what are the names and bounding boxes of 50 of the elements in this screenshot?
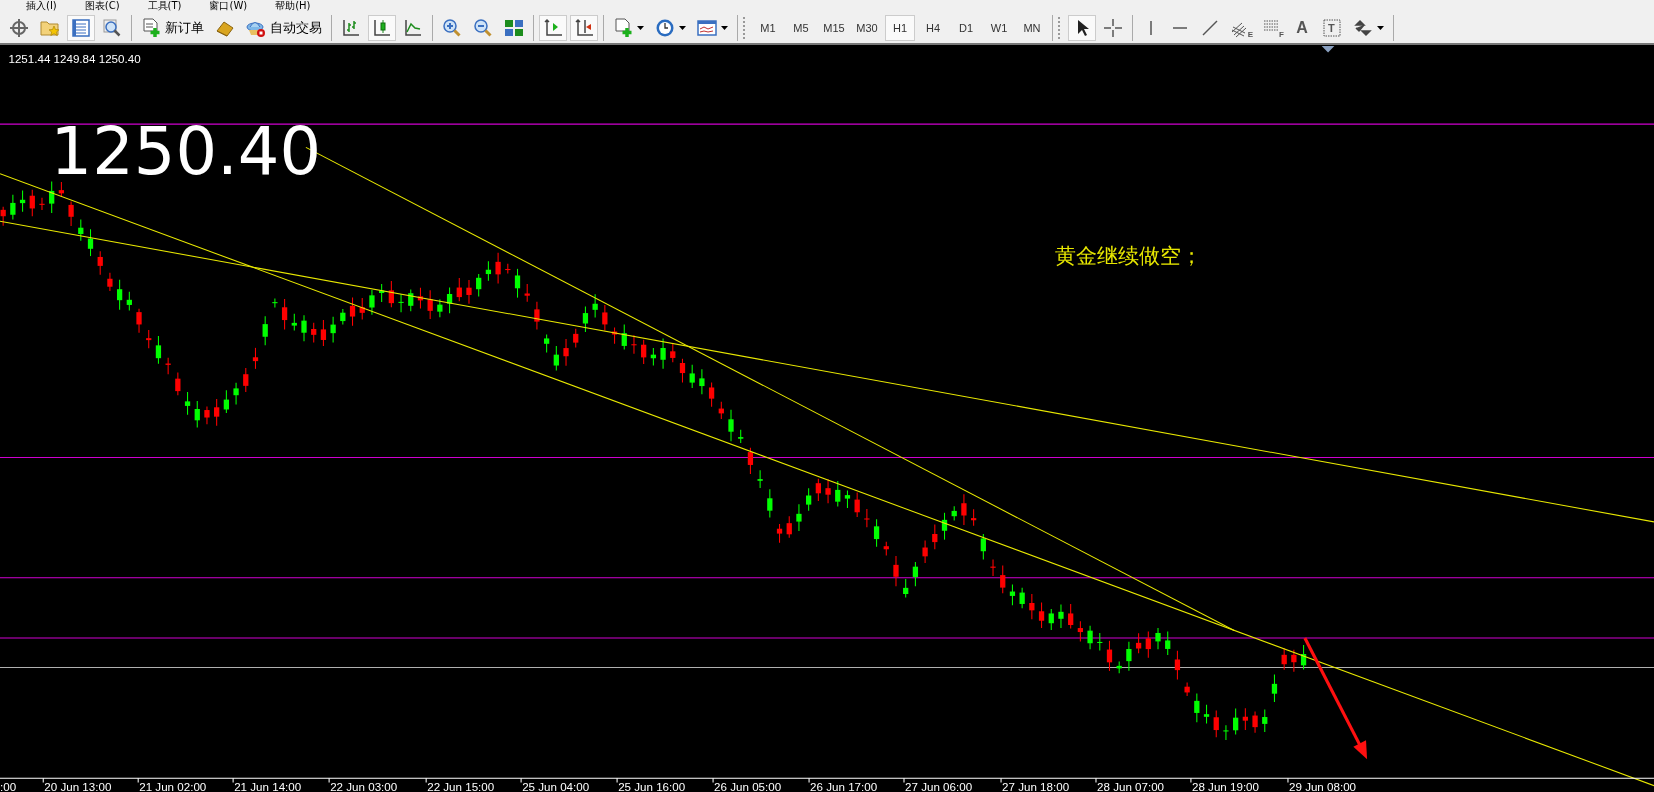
bar-chart-icon xyxy=(341,17,361,38)
time-axis-label: 22 Jun 15:00 xyxy=(427,779,495,792)
zoom-in-icon xyxy=(442,17,462,38)
time-axis-label: :00 xyxy=(0,779,17,792)
clock-icon xyxy=(655,17,675,38)
time-axis-label: 21 Jun 02:00 xyxy=(139,779,207,792)
menu-item[interactable]: 帮助(H) xyxy=(275,0,311,12)
time-axis-label: 28 Jun 19:00 xyxy=(1192,779,1259,792)
document-plus-icon xyxy=(613,17,633,38)
timeframe-button[interactable]: H1 xyxy=(885,14,915,41)
horizontal-line-icon xyxy=(1173,26,1187,29)
arrows-icon xyxy=(1353,17,1373,38)
document-plus-icon xyxy=(141,17,161,38)
time-axis-label: 29 Jun 08:00 xyxy=(1289,779,1357,792)
time-axis-label: 25 Jun 16:00 xyxy=(618,779,686,792)
autoscroll-icon xyxy=(543,17,563,38)
toolbar-button[interactable] xyxy=(1068,14,1096,41)
menu-item[interactable]: 窗口(W) xyxy=(209,0,248,12)
time-axis-label: 22 Jun 03:00 xyxy=(330,779,398,792)
caret-icon xyxy=(1377,25,1384,30)
vertical-line-icon xyxy=(1150,20,1152,35)
time-axis-label: 28 Jun 07:00 xyxy=(1097,779,1165,792)
time-axis-label: 25 Jun 04:00 xyxy=(522,779,590,792)
time-axis-label: 26 Jun 17:00 xyxy=(810,779,878,792)
time-axis-label: 27 Jun 18:00 xyxy=(1002,779,1070,792)
chart-shift-icon xyxy=(574,17,594,38)
caret-icon xyxy=(637,25,644,30)
tile-windows-icon xyxy=(504,17,524,38)
template-icon xyxy=(697,17,717,38)
magnifier-icon xyxy=(102,17,122,38)
text-label-icon xyxy=(1322,17,1342,38)
time-axis-label: 27 Jun 06:00 xyxy=(905,779,973,792)
menu-item[interactable]: 图表(C) xyxy=(84,0,120,12)
crosshair-icon xyxy=(1103,17,1123,38)
candlestick-icon xyxy=(372,17,392,38)
caret-icon xyxy=(721,25,728,30)
line-chart-icon xyxy=(403,17,423,38)
menu-item[interactable]: 插入(I) xyxy=(26,0,57,12)
zoom-out-icon xyxy=(473,17,493,38)
time-axis-label: 26 Jun 05:00 xyxy=(714,779,782,792)
price-label: 1250.40 xyxy=(50,112,321,189)
menu-item[interactable]: 工具(T) xyxy=(147,0,182,12)
trendline-icon xyxy=(1200,17,1220,38)
chart-note: 黄金继续做空； xyxy=(1054,243,1202,269)
time-axis-label: 20 Jun 13:00 xyxy=(44,779,112,792)
list-window-icon xyxy=(71,17,91,38)
crosshair-icon xyxy=(9,17,29,38)
ohlc-readout: 1251.44 1249.84 1250.40 xyxy=(8,51,141,65)
caret-icon xyxy=(679,25,686,30)
time-axis-label: 21 Jun 14:00 xyxy=(234,779,302,792)
